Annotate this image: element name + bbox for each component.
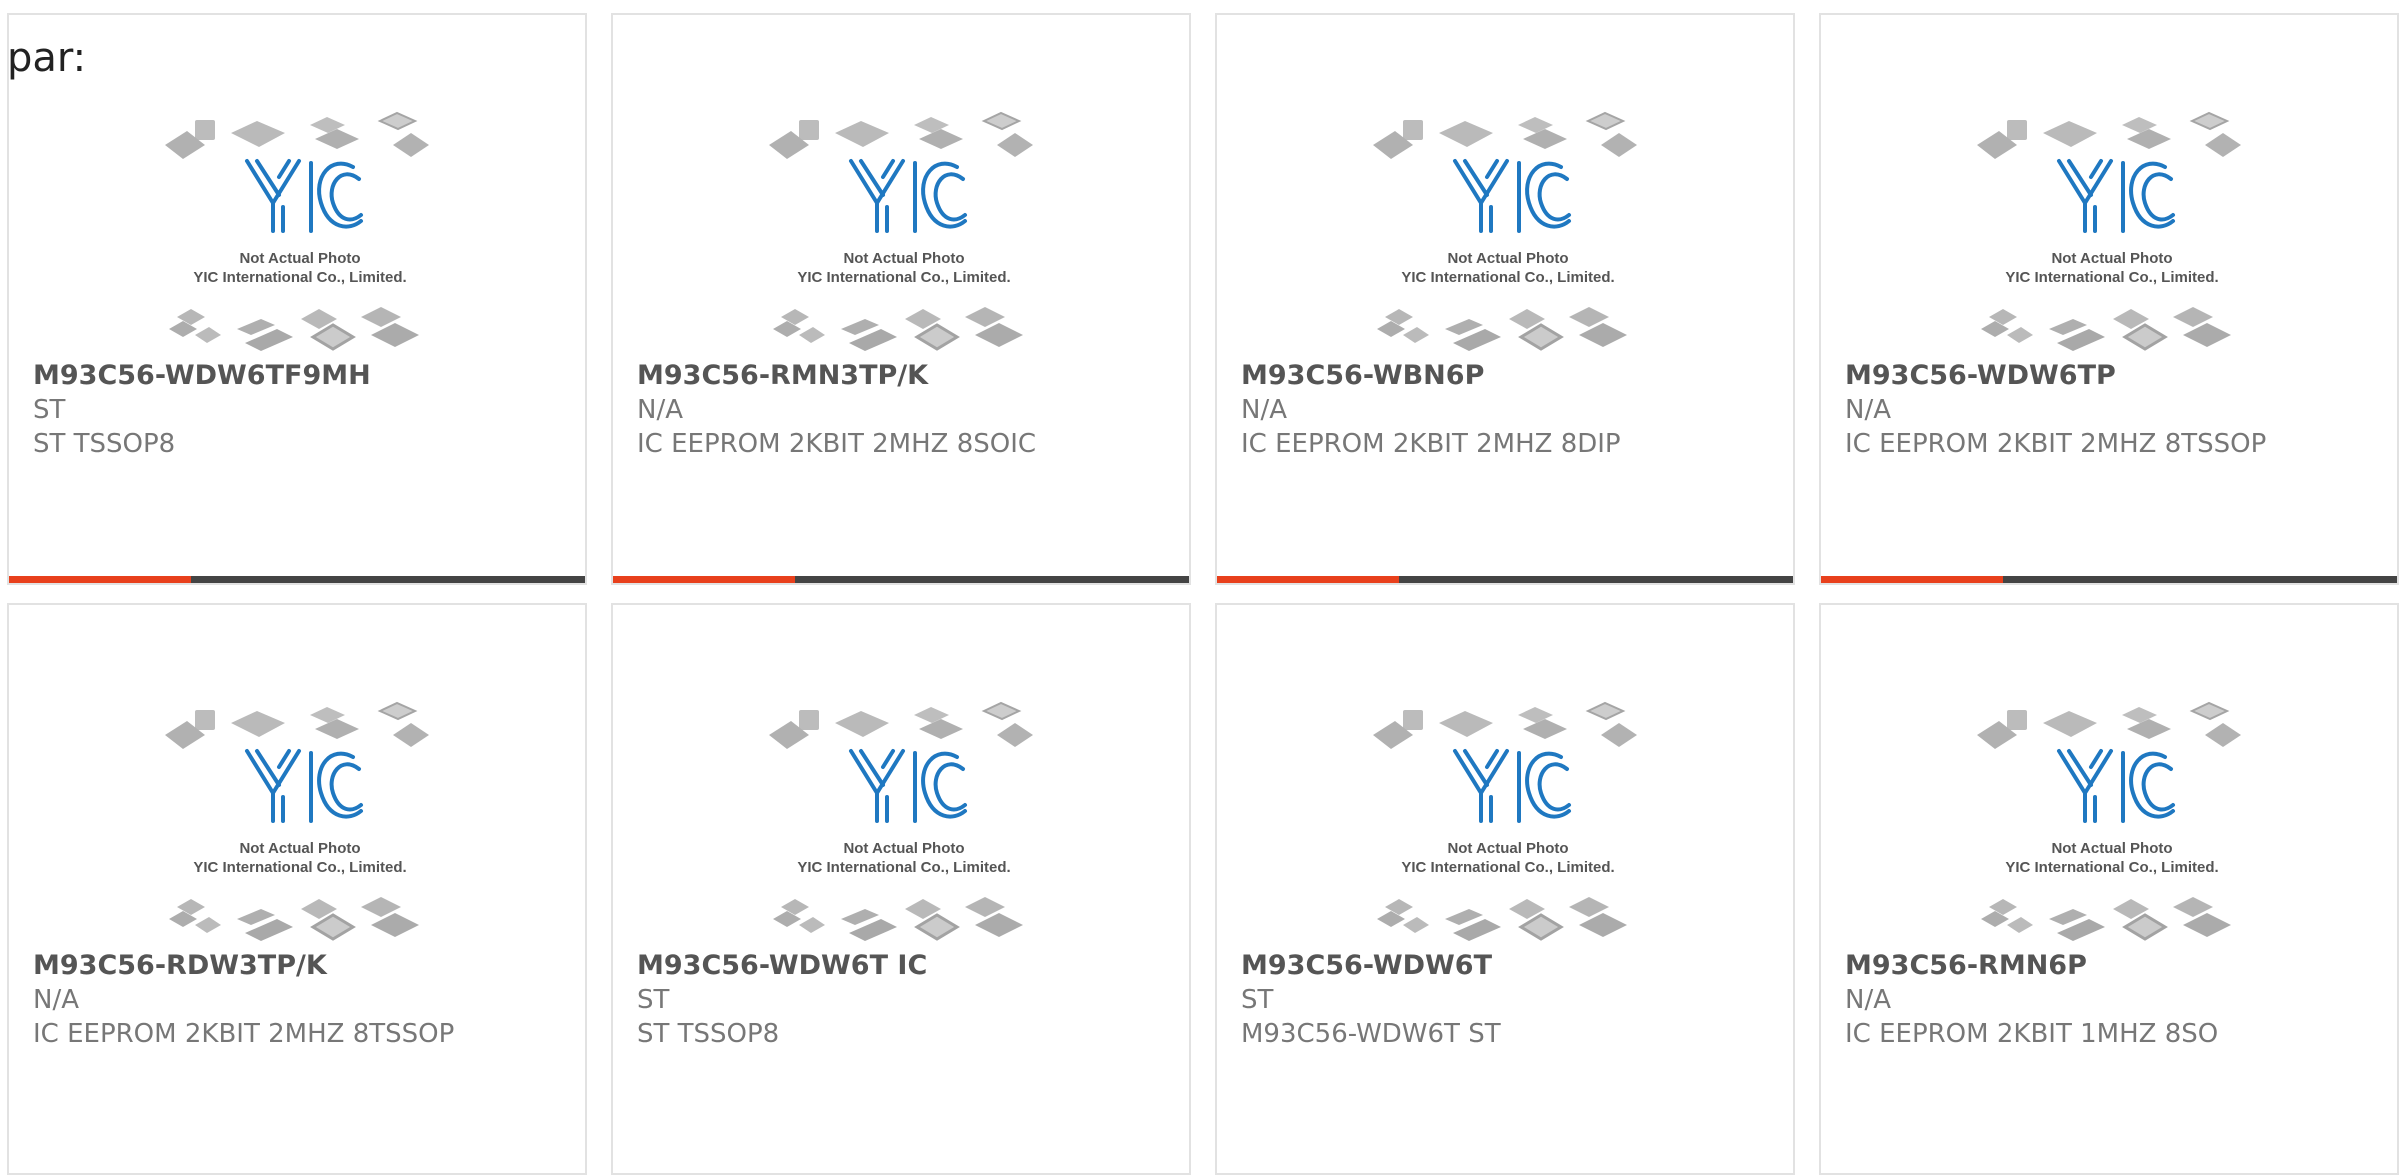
product-card[interactable]: Not Actual Photo YIC International Co., L… xyxy=(1215,13,1795,585)
description: ST TSSOP8 xyxy=(637,1019,780,1049)
product-image: Not Actual Photo YIC International Co., L… xyxy=(165,693,435,947)
svg-text:YIC International Co., Limited: YIC International Co., Limited. xyxy=(797,859,1010,876)
part-number[interactable]: M93C56-WBN6P xyxy=(1241,359,1783,393)
chip-packages-bottom xyxy=(773,307,1023,351)
chip-packages-bottom xyxy=(1981,897,2231,941)
product-image: Not Actual Photo YIC International Co., L… xyxy=(1977,103,2247,357)
chip-packages-bottom xyxy=(1377,307,1627,351)
svg-text:YIC International Co., Limited: YIC International Co., Limited. xyxy=(2005,859,2218,876)
description: ST TSSOP8 xyxy=(33,429,176,459)
card-progress-accent xyxy=(9,576,191,583)
product-image: Not Actual Photo YIC International Co., L… xyxy=(1373,103,1643,357)
chip-packages-top xyxy=(1373,111,1637,159)
product-grid: Not Actual Photo YIC International Co., L… xyxy=(7,13,2399,1175)
svg-text:Not Actual Photo: Not Actual Photo xyxy=(1447,840,1568,857)
svg-text:Not Actual Photo: Not Actual Photo xyxy=(239,250,360,267)
manufacturer: N/A xyxy=(637,395,683,425)
part-number[interactable]: M93C56-WDW6TF9MH xyxy=(33,359,575,393)
part-number[interactable]: M93C56-WDW6T xyxy=(1241,949,1783,983)
chip-packages-top xyxy=(1977,701,2241,749)
product-card[interactable]: Not Actual Photo YIC International Co., L… xyxy=(7,603,587,1175)
manufacturer: N/A xyxy=(33,985,79,1015)
description: IC EEPROM 2KBIT 1MHZ 8SO xyxy=(1845,1019,2219,1049)
svg-text:YIC International Co., Limited: YIC International Co., Limited. xyxy=(797,269,1010,286)
part-number[interactable]: M93C56-WDW6TP xyxy=(1845,359,2387,393)
manufacturer: N/A xyxy=(1845,985,1891,1015)
card-progress-accent xyxy=(1821,576,2003,583)
svg-text:YIC International Co., Limited: YIC International Co., Limited. xyxy=(2005,269,2218,286)
chip-packages-top xyxy=(165,111,429,159)
product-card[interactable]: Not Actual Photo YIC International Co., L… xyxy=(611,13,1191,585)
manufacturer: ST xyxy=(637,985,670,1015)
card-progress-accent xyxy=(1217,576,1399,583)
part-number[interactable]: M93C56-RDW3TP/K xyxy=(33,949,575,983)
yic-logo xyxy=(849,159,967,233)
svg-text:Not Actual Photo: Not Actual Photo xyxy=(843,250,964,267)
product-image: Not Actual Photo YIC International Co., L… xyxy=(1373,693,1643,947)
product-card[interactable]: Not Actual Photo YIC International Co., L… xyxy=(611,603,1191,1175)
description: IC EEPROM 2KBIT 2MHZ 8TSSOP xyxy=(1845,429,2267,459)
part-number[interactable]: M93C56-RMN3TP/K xyxy=(637,359,1179,393)
product-card[interactable]: Not Actual Photo YIC International Co., L… xyxy=(1215,603,1795,1175)
description: IC EEPROM 2KBIT 2MHZ 8SOIC xyxy=(637,429,1037,459)
svg-text:YIC International Co., Limited: YIC International Co., Limited. xyxy=(193,859,406,876)
product-card[interactable]: Not Actual Photo YIC International Co., L… xyxy=(1819,13,2399,585)
card-progress-bar xyxy=(1217,576,1793,583)
manufacturer: N/A xyxy=(1241,395,1287,425)
svg-text:YIC International Co., Limited: YIC International Co., Limited. xyxy=(1401,859,1614,876)
chip-packages-bottom xyxy=(773,897,1023,941)
chip-packages-top xyxy=(165,701,429,749)
chip-packages-bottom xyxy=(1981,307,2231,351)
yic-logo xyxy=(245,749,363,823)
product-image: Not Actual Photo YIC International Co., L… xyxy=(769,103,1039,357)
part-number[interactable]: M93C56-WDW6T IC xyxy=(637,949,1179,983)
yic-logo xyxy=(849,749,967,823)
svg-text:Not Actual Photo: Not Actual Photo xyxy=(2051,250,2172,267)
chip-packages-top xyxy=(1373,701,1637,749)
yic-logo xyxy=(1453,159,1571,233)
svg-text:YIC International Co., Limited: YIC International Co., Limited. xyxy=(193,269,406,286)
description: IC EEPROM 2KBIT 2MHZ 8TSSOP xyxy=(33,1019,455,1049)
product-image: Not Actual Photo YIC International Co., L… xyxy=(769,693,1039,947)
svg-text:Not Actual Photo: Not Actual Photo xyxy=(843,840,964,857)
yic-logo xyxy=(2057,749,2175,823)
manufacturer: ST xyxy=(33,395,66,425)
manufacturer: N/A xyxy=(1845,395,1891,425)
card-progress-bar xyxy=(613,576,1189,583)
svg-text:Not Actual Photo: Not Actual Photo xyxy=(2051,840,2172,857)
yic-logo xyxy=(245,159,363,233)
card-progress-bar xyxy=(1821,576,2397,583)
product-image: Not Actual Photo YIC International Co., L… xyxy=(1977,693,2247,947)
page-heading: par: xyxy=(7,35,87,81)
manufacturer: ST xyxy=(1241,985,1274,1015)
chip-packages-bottom xyxy=(1377,897,1627,941)
yic-logo xyxy=(2057,159,2175,233)
svg-text:Not Actual Photo: Not Actual Photo xyxy=(1447,250,1568,267)
chip-packages-bottom xyxy=(169,897,419,941)
chip-packages-bottom xyxy=(169,307,419,351)
description: M93C56-WDW6T ST xyxy=(1241,1019,1501,1049)
part-number[interactable]: M93C56-RMN6P xyxy=(1845,949,2387,983)
product-image: Not Actual Photo YIC International Co., L… xyxy=(165,103,435,357)
card-progress-accent xyxy=(613,576,795,583)
svg-text:YIC International Co., Limited: YIC International Co., Limited. xyxy=(1401,269,1614,286)
chip-packages-top xyxy=(769,111,1033,159)
product-card[interactable]: Not Actual Photo YIC International Co., L… xyxy=(7,13,587,585)
card-progress-bar xyxy=(9,576,585,583)
svg-text:Not Actual Photo: Not Actual Photo xyxy=(239,840,360,857)
chip-packages-top xyxy=(769,701,1033,749)
description: IC EEPROM 2KBIT 2MHZ 8DIP xyxy=(1241,429,1621,459)
product-card[interactable]: Not Actual Photo YIC International Co., L… xyxy=(1819,603,2399,1175)
yic-logo xyxy=(1453,749,1571,823)
chip-packages-top xyxy=(1977,111,2241,159)
